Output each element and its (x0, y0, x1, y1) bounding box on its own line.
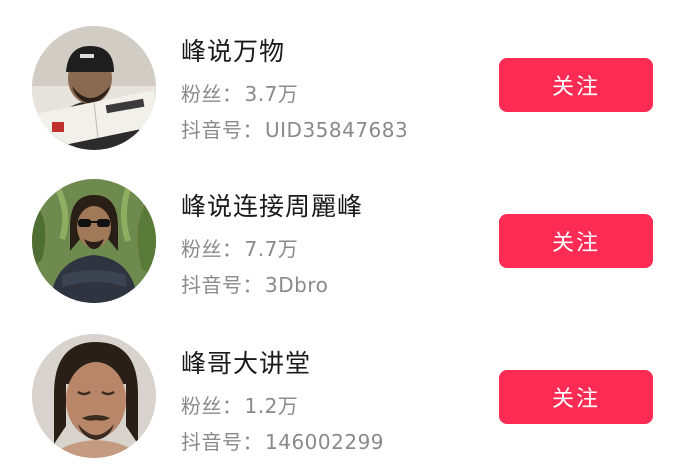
fans-label: 粉丝： (181, 394, 243, 418)
follow-button[interactable]: 关注 (499, 370, 653, 424)
douyin-id: 抖音号： 146002299 (181, 426, 384, 455)
avatar[interactable] (32, 26, 156, 150)
avatar[interactable] (32, 179, 156, 303)
id-value: UID35847683 (265, 118, 409, 142)
user-row[interactable]: 峰说连接周麗峰 粉丝： 7.7万 抖音号： 3Dbro 关注 (0, 155, 700, 305)
fans-value: 3.7万 (244, 82, 299, 106)
id-label: 抖音号： (181, 273, 263, 297)
avatar[interactable] (32, 334, 156, 458)
fans-count: 粉丝： 1.2万 (181, 390, 298, 419)
avatar-photo-man-closeup (32, 334, 156, 458)
fans-value: 1.2万 (244, 394, 299, 418)
id-value: 146002299 (265, 430, 385, 454)
avatar-photo-man-in-plants (32, 179, 156, 303)
user-name[interactable]: 峰哥大讲堂 (181, 344, 311, 380)
avatar-photo-reading-man (32, 26, 156, 150)
fans-value: 7.7万 (244, 237, 299, 261)
id-value: 3Dbro (265, 273, 329, 297)
id-label: 抖音号： (181, 430, 263, 454)
fans-label: 粉丝： (181, 237, 243, 261)
user-row[interactable]: 峰哥大讲堂 粉丝： 1.2万 抖音号： 146002299 关注 (0, 310, 700, 460)
user-name[interactable]: 峰说万物 (181, 32, 285, 68)
follow-button[interactable]: 关注 (499, 58, 653, 112)
id-label: 抖音号： (181, 118, 263, 142)
fans-label: 粉丝： (181, 82, 243, 106)
fans-count: 粉丝： 3.7万 (181, 78, 298, 107)
douyin-id: 抖音号： 3Dbro (181, 269, 328, 298)
fans-count: 粉丝： 7.7万 (181, 233, 298, 262)
user-search-results: 峰说万物 粉丝： 3.7万 抖音号： UID35847683 关注 峰说连接周麗… (0, 0, 700, 470)
user-row[interactable]: 峰说万物 粉丝： 3.7万 抖音号： UID35847683 关注 (0, 0, 700, 150)
user-name[interactable]: 峰说连接周麗峰 (181, 187, 363, 223)
follow-button[interactable]: 关注 (499, 214, 653, 268)
douyin-id: 抖音号： UID35847683 (181, 114, 408, 143)
